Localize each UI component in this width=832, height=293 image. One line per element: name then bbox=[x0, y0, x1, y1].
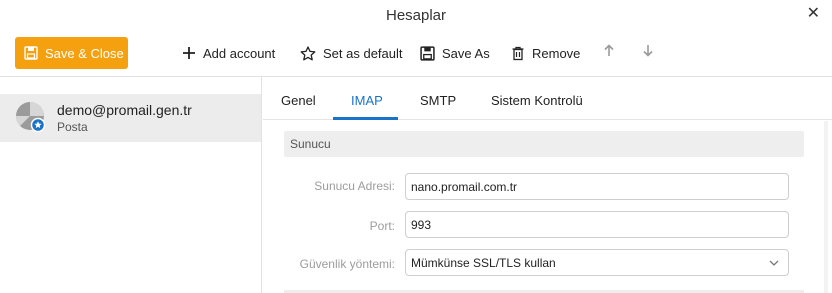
server-address-label: Sunucu Adresi: bbox=[314, 179, 395, 193]
title-bar: Hesaplar ✕ bbox=[0, 0, 832, 32]
arrow-up-icon[interactable] bbox=[604, 44, 614, 60]
trash-icon bbox=[511, 46, 525, 61]
tab-sistem-kontrolu[interactable]: Sistem Kontrolü bbox=[491, 93, 583, 108]
account-sidebar: demo@promail.gen.tr Posta bbox=[0, 77, 262, 293]
account-type: Posta bbox=[57, 120, 88, 134]
floppy-disk-icon bbox=[24, 46, 38, 60]
close-icon[interactable]: ✕ bbox=[807, 5, 820, 23]
save-and-close-label: Save & Close bbox=[45, 45, 124, 61]
floppy-disk-icon bbox=[420, 45, 435, 61]
tab-genel[interactable]: Genel bbox=[281, 93, 316, 108]
settings-tabs: Genel IMAP SMTP Sistem Kontrolü bbox=[263, 77, 832, 120]
tab-smtp[interactable]: SMTP bbox=[420, 93, 456, 108]
remove-label: Remove bbox=[532, 45, 581, 61]
add-account-button[interactable]: Add account bbox=[182, 43, 275, 63]
window-title: Hesaplar bbox=[385, 7, 447, 24]
account-list-item[interactable]: demo@promail.gen.tr Posta bbox=[0, 94, 261, 142]
port-label: Port: bbox=[369, 219, 395, 233]
active-tab-indicator bbox=[333, 117, 398, 120]
set-as-default-button[interactable]: Set as default bbox=[300, 43, 403, 63]
imap-settings-panel: Sunucu Sunucu Adresi: Port: Güvenlik yön… bbox=[263, 121, 832, 293]
section-title: Sunucu bbox=[290, 137, 331, 151]
set-as-default-label: Set as default bbox=[323, 45, 403, 61]
remove-button[interactable]: Remove bbox=[511, 43, 580, 63]
security-method-value: Mümkünse SSL/TLS kullan bbox=[411, 255, 556, 270]
account-email: demo@promail.gen.tr bbox=[57, 102, 192, 118]
account-avatar bbox=[14, 101, 46, 133]
section-header-sunucu: Sunucu bbox=[284, 131, 804, 157]
security-method-select[interactable]: Mümkünse SSL/TLS kullan bbox=[405, 249, 789, 276]
save-as-button[interactable]: Save As bbox=[420, 43, 490, 63]
chevron-down-icon bbox=[769, 257, 779, 269]
plus-icon bbox=[182, 46, 196, 60]
toolbar: Save & Close Add account Set as default … bbox=[0, 32, 832, 76]
security-method-label: Güvenlik yöntemi: bbox=[299, 257, 395, 271]
add-account-label: Add account bbox=[203, 45, 276, 61]
tab-imap[interactable]: IMAP bbox=[351, 93, 383, 108]
star-icon bbox=[300, 45, 316, 61]
vertical-scrollbar[interactable] bbox=[824, 121, 828, 293]
server-address-input[interactable] bbox=[405, 173, 789, 200]
port-input[interactable] bbox=[405, 211, 789, 238]
save-as-label: Save As bbox=[442, 45, 490, 61]
arrow-down-icon[interactable] bbox=[643, 44, 653, 60]
save-and-close-button[interactable]: Save & Close bbox=[15, 37, 128, 69]
